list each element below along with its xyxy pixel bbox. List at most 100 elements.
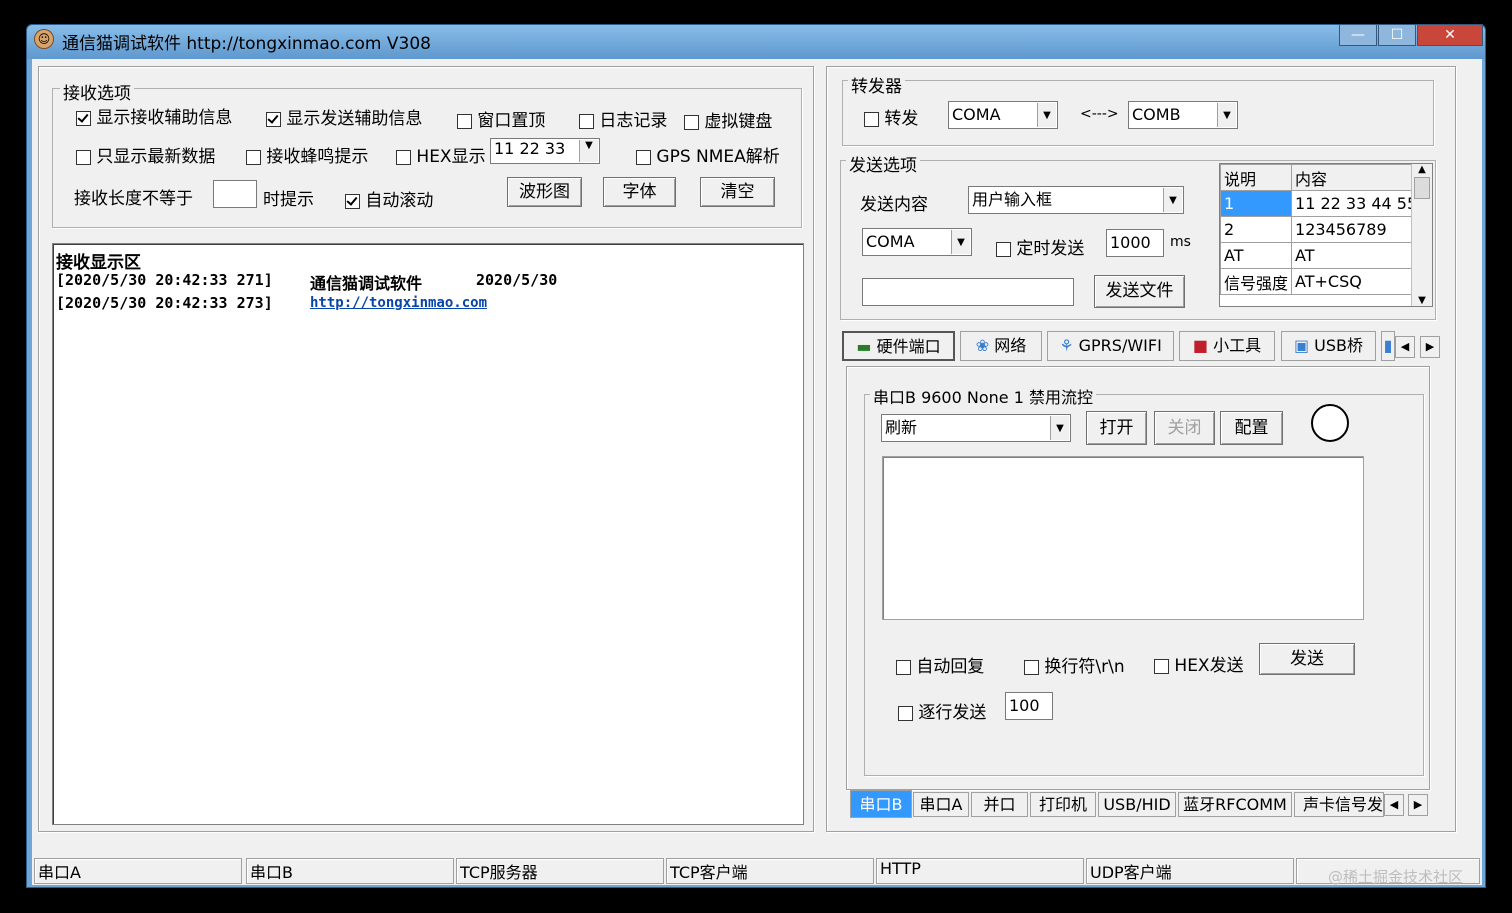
status-http[interactable]: HTTP — [876, 858, 1084, 884]
table-cell[interactable]: 2 — [1219, 216, 1293, 243]
scroll-thumb[interactable] — [1414, 177, 1430, 199]
newline-checkbox[interactable]: 换行符\r\n — [1024, 652, 1125, 677]
show-recv-info-checkbox[interactable]: 显示接收辅助信息 — [76, 103, 232, 128]
recv-line-link[interactable]: http://tongxinmao.com — [310, 295, 487, 311]
table-cell[interactable]: 11 22 33 44 55 — [1291, 190, 1422, 217]
close-port-button[interactable]: 关闭 — [1154, 411, 1215, 445]
send-content-combo[interactable]: 用户输入框 ▼ — [968, 186, 1184, 214]
tab-scroll-left-icon[interactable]: ◀ — [1395, 336, 1415, 358]
send-button[interactable]: 发送 — [1259, 643, 1355, 675]
auto-scroll-checkbox[interactable]: 自动滚动 — [345, 186, 433, 211]
recv-line-timestamp: [2020/5/30 20:42:33 273] — [56, 294, 273, 312]
tab-tools[interactable]: ■ 小工具 — [1179, 331, 1275, 361]
tab-scroll-right-icon[interactable]: ▶ — [1420, 336, 1440, 358]
tab-network[interactable]: ❀ 网络 — [960, 331, 1042, 361]
minimize-button[interactable]: — — [1339, 24, 1377, 46]
table-row[interactable]: AT AT — [1219, 242, 1422, 269]
status-serial-a[interactable]: 串口A — [34, 858, 242, 884]
table-cell[interactable]: 123456789 — [1291, 216, 1422, 243]
table-row[interactable]: 1 11 22 33 44 55 — [1219, 190, 1422, 217]
forwarder-label: 转发器 — [848, 72, 905, 97]
send-port-combo[interactable]: COMA ▼ — [862, 228, 972, 256]
status-serial-b[interactable]: 串口B — [246, 858, 454, 884]
tab-hardware-port[interactable]: ▬ 硬件端口 — [842, 331, 955, 361]
table-scrollbar[interactable]: ▲ ▼ — [1411, 164, 1432, 306]
antenna-icon: ⚘ — [1059, 336, 1074, 355]
send-file-button[interactable]: 发送文件 — [1094, 275, 1185, 308]
network-icon: ❀ — [975, 336, 990, 355]
table-row[interactable]: 2 123456789 — [1219, 216, 1422, 243]
recv-area-title: 接收显示区 — [56, 253, 141, 273]
tab-scroll-right-icon[interactable]: ▶ — [1408, 794, 1428, 816]
timed-send-checkbox[interactable]: 定时发送 — [996, 234, 1084, 259]
config-port-button[interactable]: 配置 — [1220, 411, 1283, 445]
table-cell[interactable]: AT — [1291, 242, 1422, 269]
latest-only-checkbox[interactable]: 只显示最新数据 — [76, 142, 215, 167]
status-tcp-client[interactable]: TCP客户端 — [666, 858, 874, 884]
status-udp-client[interactable]: UDP客户端 — [1086, 858, 1294, 884]
forward-to-combo[interactable]: COMB ▼ — [1128, 101, 1238, 129]
interval-input[interactable]: 1000 — [1106, 229, 1164, 257]
gps-nmea-checkbox[interactable]: GPS NMEA解析 — [636, 142, 780, 167]
window-top-checkbox[interactable]: 窗口置顶 — [457, 106, 545, 131]
virtual-keyboard-checkbox[interactable]: 虚拟键盘 — [684, 107, 772, 132]
tab-usb-bridge[interactable]: ▣ USB桥 — [1281, 331, 1376, 361]
window-title: 通信猫调试软件 http://tongxinmao.com V308 — [62, 34, 431, 54]
close-button[interactable]: ✕ — [1417, 24, 1483, 46]
recv-length-input[interactable] — [213, 180, 257, 208]
line-interval-input[interactable]: 100 — [1005, 692, 1053, 720]
recv-line-timestamp: [2020/5/30 20:42:33 271] — [56, 271, 273, 289]
open-port-button[interactable]: 打开 — [1086, 411, 1147, 445]
chevron-down-icon: ▼ — [579, 140, 598, 162]
table-cell[interactable]: 1 — [1219, 190, 1293, 217]
watermark: @稀土掘金技术社区 — [1328, 868, 1464, 886]
status-tcp-server[interactable]: TCP服务器 — [456, 858, 664, 884]
cat-app-icon: ☺ — [34, 29, 54, 49]
forward-checkbox[interactable]: 转发 — [864, 104, 918, 129]
recv-line-message: 通信猫调试软件 — [310, 274, 423, 293]
usb-icon: ▣ — [1293, 336, 1310, 355]
chevron-down-icon: ▼ — [1163, 188, 1182, 212]
recv-line-date: 2020/5/30 — [476, 271, 558, 289]
table-cell[interactable]: AT+CSQ — [1291, 268, 1422, 295]
beep-checkbox[interactable]: 接收蜂鸣提示 — [246, 142, 368, 167]
tab-bluetooth[interactable]: 蓝牙RFCOMM — [1178, 792, 1292, 817]
quick-send-table[interactable]: 说明 内容 1 11 22 33 44 55 2 123456789 AT AT… — [1219, 163, 1433, 307]
chevron-down-icon: ▼ — [1037, 103, 1056, 127]
clear-button[interactable]: 清空 — [700, 177, 775, 207]
chevron-down-icon: ▼ — [1217, 103, 1236, 127]
tab-printer[interactable]: 打印机 — [1030, 792, 1096, 817]
log-checkbox[interactable]: 日志记录 — [579, 106, 667, 131]
table-row[interactable]: 信号强度 AT+CSQ — [1219, 268, 1422, 295]
port-select-combo[interactable]: 刷新 ▼ — [881, 414, 1071, 442]
tab-serial-a[interactable]: 串口A — [913, 792, 969, 817]
send-text-area[interactable] — [882, 456, 1364, 620]
recv-options-label: 接收选项 — [60, 79, 134, 104]
forward-from-combo[interactable]: COMA ▼ — [948, 101, 1058, 129]
send-content-label: 发送内容 — [860, 195, 928, 215]
auto-reply-checkbox[interactable]: 自动回复 — [896, 652, 984, 677]
hex-send-checkbox[interactable]: HEX发送 — [1154, 651, 1244, 676]
hex-display-checkbox[interactable]: HEX显示 — [396, 142, 486, 167]
tab-serial-b[interactable]: 串口B — [850, 790, 912, 818]
maximize-button[interactable]: ☐ — [1378, 24, 1416, 46]
table-cell[interactable]: 信号强度 — [1219, 268, 1293, 295]
scroll-down-icon[interactable]: ▼ — [1412, 295, 1432, 306]
send-file-path-input[interactable] — [862, 278, 1074, 306]
tab-gprs-wifi[interactable]: ⚘ GPRS/WIFI — [1047, 331, 1174, 361]
show-send-info-checkbox[interactable]: 显示发送辅助信息 — [266, 104, 422, 129]
waveform-button[interactable]: 波形图 — [507, 177, 582, 207]
tab-parallel[interactable]: 并口 — [971, 792, 1028, 817]
recv-display-area[interactable] — [52, 243, 804, 825]
tab-scroll-left-icon[interactable]: ◀ — [1384, 794, 1404, 816]
tab-overflow[interactable]: ▮ — [1381, 331, 1395, 361]
table-header: 内容 — [1291, 164, 1422, 191]
recv-length-suffix: 时提示 — [263, 190, 314, 210]
font-button[interactable]: 字体 — [603, 177, 676, 207]
tab-sound-card[interactable]: 声卡信号发 — [1294, 792, 1384, 817]
hex-value-combo[interactable]: 11 22 33 ▼ — [490, 138, 600, 164]
tab-usb-hid[interactable]: USB/HID — [1098, 792, 1176, 817]
table-cell[interactable]: AT — [1219, 242, 1293, 269]
line-send-checkbox[interactable]: 逐行发送 — [898, 698, 986, 723]
scroll-up-icon[interactable]: ▲ — [1412, 164, 1432, 175]
